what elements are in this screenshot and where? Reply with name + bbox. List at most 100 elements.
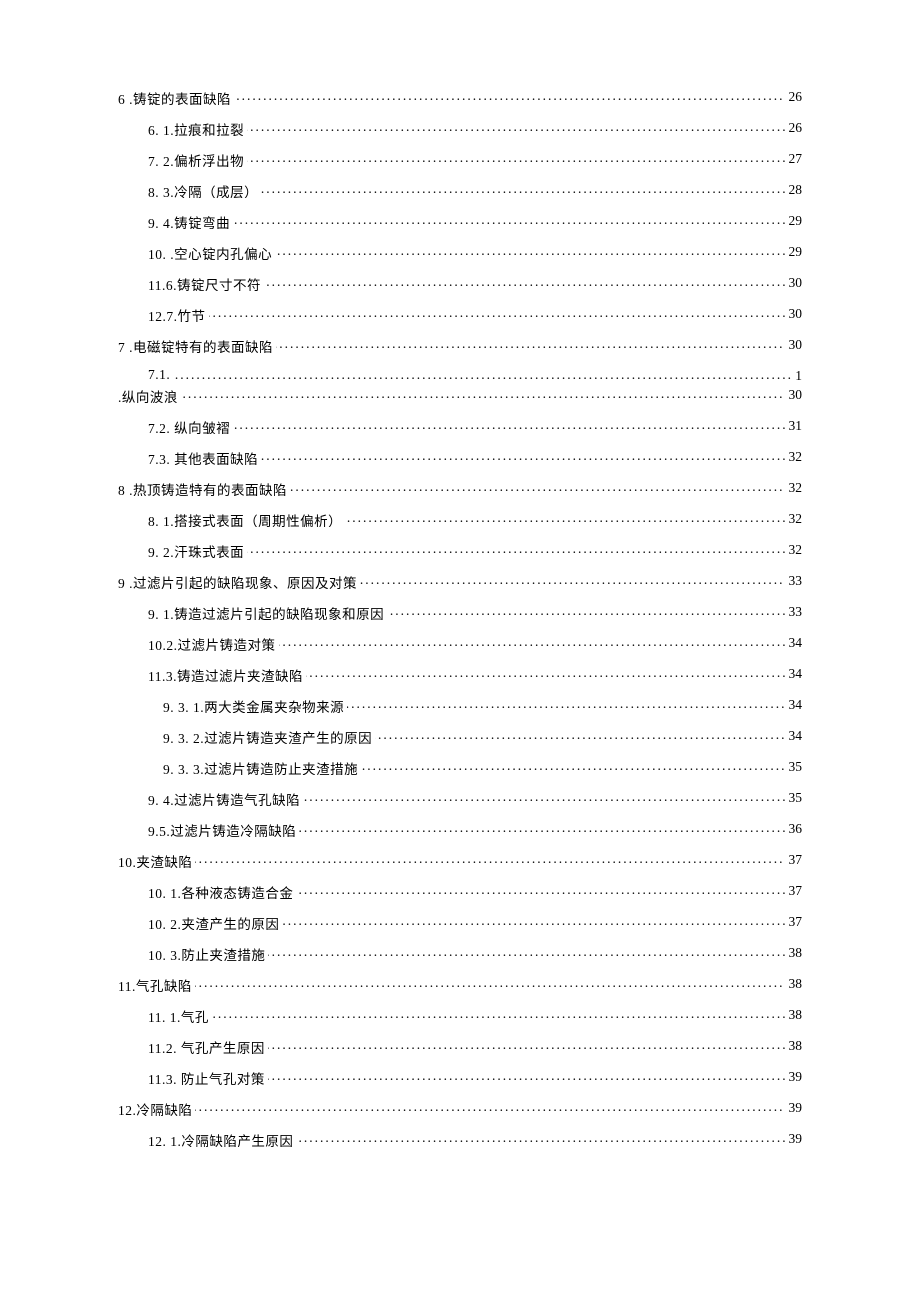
toc-entry: ........................................… — [148, 367, 802, 384]
toc-pagenum: 35 — [785, 759, 803, 775]
toc-entry: ........................................… — [148, 305, 802, 322]
toc-label: 8. 3.冷隔（成层） — [148, 185, 261, 198]
toc-label: 10. .空心锭内孔偏心 — [148, 247, 275, 260]
toc-pagenum: 33 — [785, 604, 803, 620]
toc-label: 12. 1.冷隔缺陷产生原因 — [148, 1134, 296, 1147]
toc-entry: ........................................… — [163, 696, 802, 713]
toc-pagenum: 38 — [785, 976, 803, 992]
toc-entry: ........................................… — [118, 88, 802, 105]
toc-label: 7.2. 纵向皱褶 — [148, 421, 233, 434]
toc-pagenum: 38 — [785, 1038, 803, 1054]
toc-label: 11.3.铸造过滤片夹渣缺陷 — [148, 669, 306, 682]
toc-pagenum: 30 — [785, 337, 803, 353]
toc-entry: ........................................… — [148, 1068, 802, 1085]
toc-entry: ........................................… — [148, 150, 802, 167]
toc-label: 11. 1.气孔 — [148, 1010, 212, 1023]
toc-pagenum: 26 — [785, 89, 803, 105]
toc-pagenum: 38 — [785, 1007, 803, 1023]
toc-pagenum: 33 — [785, 573, 803, 589]
toc-label: 10. 2.夹渣产生的原因 — [148, 917, 282, 930]
leader-dots: ........................................… — [148, 417, 802, 433]
toc-pagenum: 34 — [785, 728, 803, 744]
toc-pagenum: 36 — [785, 821, 803, 837]
toc-label: 9 .过滤片引起的缺陷现象、原因及对策 — [118, 576, 360, 589]
toc-entry: ........................................… — [148, 820, 802, 837]
toc-entry: ........................................… — [148, 541, 802, 558]
toc-entry: ........................................… — [148, 417, 802, 434]
toc-pagenum: 1 — [791, 368, 802, 384]
toc-pagenum: 30 — [785, 306, 803, 322]
toc-pagenum: 39 — [785, 1069, 803, 1085]
toc-pagenum: 37 — [785, 914, 803, 930]
toc-label: 6 .铸锭的表面缺陷 — [118, 92, 234, 105]
toc-page: ........................................… — [0, 0, 920, 1301]
toc-entry: ........................................… — [148, 510, 802, 527]
toc-pagenum: 29 — [785, 244, 803, 260]
leader-dots: ........................................… — [118, 851, 802, 867]
leader-dots: ........................................… — [148, 305, 802, 321]
toc-entry: ........................................… — [148, 665, 802, 682]
toc-label: 9.5.过滤片铸造冷隔缺陷 — [148, 824, 299, 837]
toc-entry: ........................................… — [148, 181, 802, 198]
toc-pagenum: 37 — [785, 883, 803, 899]
toc-pagenum: 29 — [785, 213, 803, 229]
toc-label: 12.7.竹节 — [148, 309, 209, 322]
toc-label: 8 .热顶铸造特有的表面缺陷 — [118, 483, 290, 496]
toc-label: 10.2.过滤片铸造对策 — [148, 638, 279, 651]
toc-entry: ........................................… — [148, 243, 802, 260]
toc-label: 9. 3. 2.过滤片铸造夹渣产生的原因 — [163, 731, 375, 744]
toc-label: 9. 3. 3.过滤片铸造防止夹渣措施 — [163, 762, 361, 775]
toc-label: 12.冷隔缺陷 — [118, 1103, 195, 1116]
toc-pagenum: 30 — [785, 387, 803, 403]
toc-pagenum: 34 — [785, 697, 803, 713]
toc-entry: ........................................… — [148, 634, 802, 651]
toc-label: 9. 3. 1.两大类金属夹杂物来源 — [163, 700, 347, 713]
toc-entry: ........................................… — [118, 1099, 802, 1116]
toc-entry: ........................................… — [148, 119, 802, 136]
toc-entry: ........................................… — [148, 212, 802, 229]
toc-entry: ........................................… — [148, 882, 802, 899]
toc-label: 6. 1.拉痕和拉裂 — [148, 123, 247, 136]
toc-label: 11.2. 气孔产生原因 — [148, 1041, 268, 1054]
toc-label: 11.3. 防止气孔对策 — [148, 1072, 268, 1085]
toc-pagenum: 32 — [785, 511, 803, 527]
toc-label: 9. 4.铸锭弯曲 — [148, 216, 233, 229]
toc-entry: ........................................… — [148, 944, 802, 961]
toc-label: 10. 1.各种液态铸造合金 — [148, 886, 296, 899]
toc-pagenum: 37 — [785, 852, 803, 868]
toc-pagenum: 26 — [785, 120, 803, 136]
toc-entry: ........................................… — [163, 758, 802, 775]
toc-pagenum: 27 — [785, 151, 803, 167]
toc-entry: ........................................… — [148, 1037, 802, 1054]
toc-label: 9. 4.过滤片铸造气孔缺陷 — [148, 793, 303, 806]
toc-label: 7. 2.偏析浮出物 — [148, 154, 247, 167]
leader-dots: ........................................… — [148, 1006, 802, 1022]
leader-dots: ........................................… — [148, 367, 802, 383]
leader-dots: ........................................… — [148, 212, 802, 228]
toc-pagenum: 39 — [785, 1131, 803, 1147]
toc-pagenum: 39 — [785, 1100, 803, 1116]
toc-label: 11.6.铸锭尺寸不符 — [148, 278, 264, 291]
toc-pagenum: 34 — [785, 666, 803, 682]
toc-label: 7.3. 其他表面缺陷 — [148, 452, 261, 465]
toc-pagenum: 31 — [785, 418, 803, 434]
toc-entry: ........................................… — [118, 851, 802, 868]
leader-dots: ........................................… — [118, 1099, 802, 1115]
toc-pagenum: 28 — [785, 182, 803, 198]
toc-entry: ........................................… — [148, 1006, 802, 1023]
toc-pagenum: 32 — [785, 449, 803, 465]
toc-label: 10. 3.防止夹渣措施 — [148, 948, 268, 961]
toc-entry: ........................................… — [148, 789, 802, 806]
toc-entry: ........................................… — [118, 386, 802, 403]
toc-pagenum: 34 — [785, 635, 803, 651]
toc-entry: ........................................… — [163, 727, 802, 744]
toc-pagenum: 35 — [785, 790, 803, 806]
toc-container: ........................................… — [118, 88, 802, 1147]
toc-label: 11.气孔缺陷 — [118, 979, 195, 992]
toc-entry: ........................................… — [118, 572, 802, 589]
toc-label: 8. 1.搭接式表面（周期性偏析） — [148, 514, 345, 527]
toc-pagenum: 32 — [785, 480, 803, 496]
toc-label: .纵向波浪 — [118, 390, 181, 403]
toc-entry: ........................................… — [148, 603, 802, 620]
toc-label: 9. 1.铸造过滤片引起的缺陷现象和原因 — [148, 607, 387, 620]
